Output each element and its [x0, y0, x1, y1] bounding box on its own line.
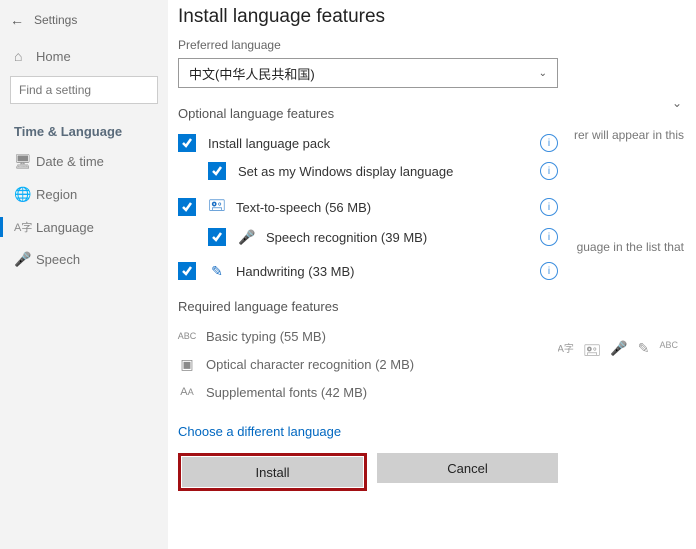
- feature-language-pack[interactable]: Install language pack i: [178, 129, 558, 157]
- feature-label: Set as my Windows display language: [238, 164, 532, 179]
- selected-language-text: 中文(中华人民共和国): [189, 64, 315, 83]
- main-content: rer will appear in this guage in the lis…: [168, 0, 696, 549]
- feature-ocr: ▣ Optical character recognition (2 MB): [178, 350, 558, 378]
- handwriting-icon: ✎: [208, 263, 226, 280]
- feature-label: Text-to-speech (56 MB): [236, 200, 532, 215]
- info-icon[interactable]: i: [540, 198, 558, 216]
- install-language-dialog: Install language features Preferred lang…: [178, 6, 558, 491]
- choose-different-language-link[interactable]: Choose a different language: [178, 424, 341, 439]
- language-select[interactable]: 中文(中华人民共和国) ⌄: [178, 58, 558, 88]
- required-features-title: Required language features: [178, 299, 558, 314]
- feature-label: Install language pack: [208, 136, 532, 151]
- optional-features-title: Optional language features: [178, 106, 558, 121]
- home-icon: ⌂: [14, 48, 36, 64]
- mic-icon: 🎤: [610, 340, 627, 364]
- preferred-language-label: Preferred language: [178, 38, 558, 52]
- abc-icon: ABC: [659, 340, 678, 364]
- sidebar-item-label: Date & time: [36, 154, 104, 169]
- language-icon: A字: [14, 219, 36, 235]
- checkbox-checked-icon[interactable]: [178, 262, 196, 280]
- install-button-highlight: Install: [178, 453, 367, 491]
- feature-fonts: AA Supplemental fonts (42 MB): [178, 378, 558, 406]
- sidebar-section-title: Time & Language: [0, 116, 168, 145]
- cancel-button[interactable]: Cancel: [377, 453, 558, 483]
- search-input[interactable]: [10, 76, 158, 104]
- feature-handwriting[interactable]: ✎ Handwriting (33 MB) i: [178, 257, 558, 285]
- microphone-icon: 🎤: [238, 229, 256, 246]
- keyboard-icon: ABC: [178, 331, 196, 341]
- checkbox-checked-icon[interactable]: [208, 228, 226, 246]
- install-button[interactable]: Install: [182, 457, 363, 487]
- microphone-icon: 🎤: [14, 251, 36, 268]
- fonts-icon: AA: [178, 386, 196, 398]
- pen-icon: ✎: [638, 340, 650, 364]
- sidebar-item-label: Region: [36, 187, 77, 202]
- sidebar: ← Settings ⌂ Home Time & Language 🖥 Date…: [0, 0, 168, 549]
- feature-label: Handwriting (33 MB): [236, 264, 532, 279]
- sidebar-item-label: Speech: [36, 252, 80, 267]
- tts-icon: 🖭: [584, 340, 600, 364]
- feature-icon-strip: A字 🖭 🎤 ✎ ABC: [557, 340, 678, 364]
- feature-basic-typing: ABC Basic typing (55 MB): [178, 322, 558, 350]
- back-icon[interactable]: ←: [10, 12, 34, 28]
- checkbox-checked-icon[interactable]: [178, 134, 196, 152]
- display-lang-icon: A字: [557, 340, 574, 364]
- feature-tts[interactable]: 🖭 Text-to-speech (56 MB) i: [178, 191, 558, 223]
- button-label: Cancel: [447, 461, 487, 476]
- sidebar-item-home[interactable]: ⌂ Home: [0, 40, 168, 72]
- feature-label: Basic typing (55 MB): [206, 329, 558, 344]
- ocr-icon: ▣: [178, 356, 196, 373]
- bg-text-1: rer will appear in this: [574, 128, 684, 142]
- settings-title: Settings: [34, 13, 77, 27]
- globe-icon: 🌐: [14, 186, 36, 203]
- tts-icon: 🖭: [208, 195, 226, 219]
- chevron-down-icon[interactable]: ⌄: [672, 96, 682, 110]
- button-label: Install: [256, 465, 290, 480]
- sidebar-item-language[interactable]: A字 Language: [0, 211, 168, 243]
- info-icon[interactable]: i: [540, 228, 558, 246]
- info-icon[interactable]: i: [540, 134, 558, 152]
- sidebar-item-label: Language: [36, 220, 94, 235]
- bg-text-2: guage in the list that: [577, 240, 684, 254]
- feature-label: Optical character recognition (2 MB): [206, 357, 558, 372]
- info-icon[interactable]: i: [540, 262, 558, 280]
- checkbox-checked-icon[interactable]: [178, 198, 196, 216]
- feature-speech-recognition[interactable]: 🎤 Speech recognition (39 MB) i: [178, 223, 558, 251]
- feature-label: Supplemental fonts (42 MB): [206, 385, 558, 400]
- checkbox-checked-icon[interactable]: [208, 162, 226, 180]
- sidebar-item-region[interactable]: 🌐 Region: [0, 178, 168, 211]
- feature-display-language[interactable]: Set as my Windows display language i: [178, 157, 558, 185]
- chevron-down-icon: ⌄: [539, 68, 547, 79]
- sidebar-item-speech[interactable]: 🎤 Speech: [0, 243, 168, 276]
- feature-label: Speech recognition (39 MB): [266, 230, 532, 245]
- info-icon[interactable]: i: [540, 162, 558, 180]
- sidebar-item-date-time[interactable]: 🖥 Date & time: [0, 145, 168, 178]
- dialog-title: Install language features: [178, 6, 558, 28]
- clock-icon: 🖥: [14, 153, 36, 170]
- sidebar-item-label: Home: [36, 49, 71, 64]
